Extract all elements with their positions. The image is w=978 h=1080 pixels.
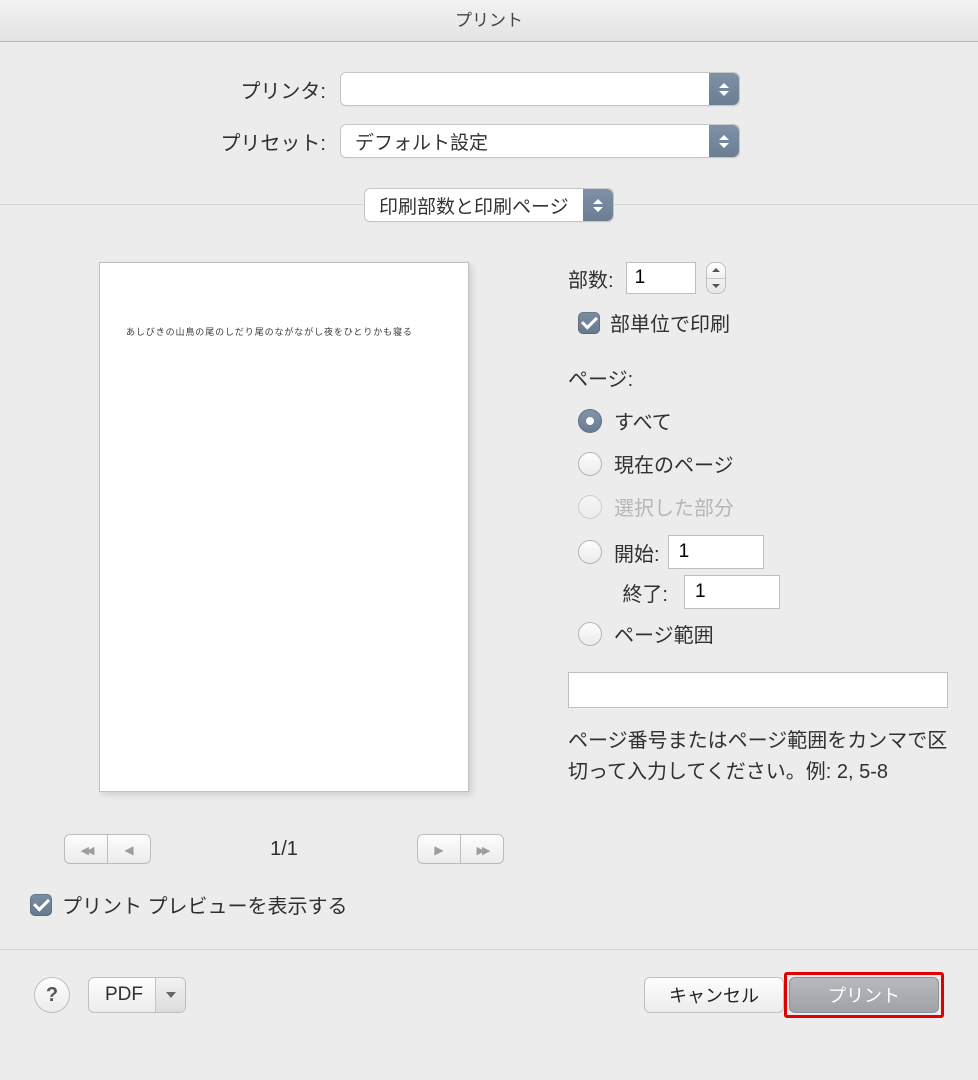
copies-input[interactable] [626,262,696,294]
pages-fromto-radio[interactable] [578,540,602,564]
pages-from-input[interactable] [668,535,764,569]
pdf-menu-label: PDF [105,984,143,1006]
printer-select[interactable] [340,72,740,106]
preset-select-value: デフォルト設定 [355,128,488,155]
double-left-icon [81,838,92,860]
pages-range-hint: ページ番号またはページ範囲をカンマで区切って入力してください。例: 2, 5-8 [568,726,948,788]
pages-all-label: すべて [614,406,672,435]
pages-to-input[interactable] [684,575,780,609]
preset-select[interactable]: デフォルト設定 [340,124,740,158]
print-button[interactable]: プリント [789,977,939,1013]
print-button-highlight: プリント [784,972,944,1018]
pages-range-input[interactable] [568,672,948,708]
collate-checkbox[interactable] [578,312,600,334]
collate-label: 部単位で印刷 [610,308,730,337]
panel-select[interactable]: 印刷部数と印刷ページ [364,188,614,222]
next-page-button[interactable] [417,834,461,864]
first-page-button[interactable] [64,834,108,864]
pages-from-label: 開始: [614,538,660,567]
printer-label: プリンタ: [30,75,340,104]
double-right-icon [477,838,488,860]
last-page-button[interactable] [460,834,504,864]
preset-label: プリセット: [30,127,340,156]
prev-page-button[interactable] [107,834,151,864]
pages-section-label: ページ: [568,363,948,392]
print-preview-page: あしびきの山鳥の尾のしだり尾のながながし夜をひとりかも寝る [99,262,469,792]
updown-icon [583,189,613,221]
help-button[interactable]: ? [34,977,70,1013]
pdf-menu-button[interactable]: PDF [88,977,186,1013]
cancel-button[interactable]: キャンセル [644,977,784,1013]
updown-icon [709,125,739,157]
window-title: プリント [0,0,978,42]
pages-selection-label: 選択した部分 [614,492,734,521]
show-preview-label: プリント プレビューを表示する [62,890,348,919]
show-preview-checkbox[interactable] [30,894,52,916]
cancel-button-label: キャンセル [669,982,759,1008]
preview-content-text: あしびきの山鳥の尾のしだり尾のながながし夜をひとりかも寝る [126,325,442,338]
right-icon [434,838,443,860]
pages-all-radio[interactable] [578,409,602,433]
pages-to-label: 終了: [614,578,668,607]
copies-label: 部数: [568,264,614,293]
stepper-down-icon [707,279,725,294]
updown-icon [709,73,739,105]
pages-current-radio[interactable] [578,452,602,476]
pages-range-radio[interactable] [578,622,602,646]
left-icon [124,838,133,860]
pages-range-label: ページ範囲 [614,619,714,648]
copies-stepper[interactable] [706,262,726,294]
pages-current-label: 現在のページ [614,449,734,478]
panel-select-value: 印刷部数と印刷ページ [379,192,569,219]
chevron-down-icon [155,978,185,1012]
pages-selection-radio [578,495,602,519]
stepper-up-icon [707,263,725,279]
page-indicator: 1/1 [270,838,298,861]
print-button-label: プリント [828,982,900,1008]
